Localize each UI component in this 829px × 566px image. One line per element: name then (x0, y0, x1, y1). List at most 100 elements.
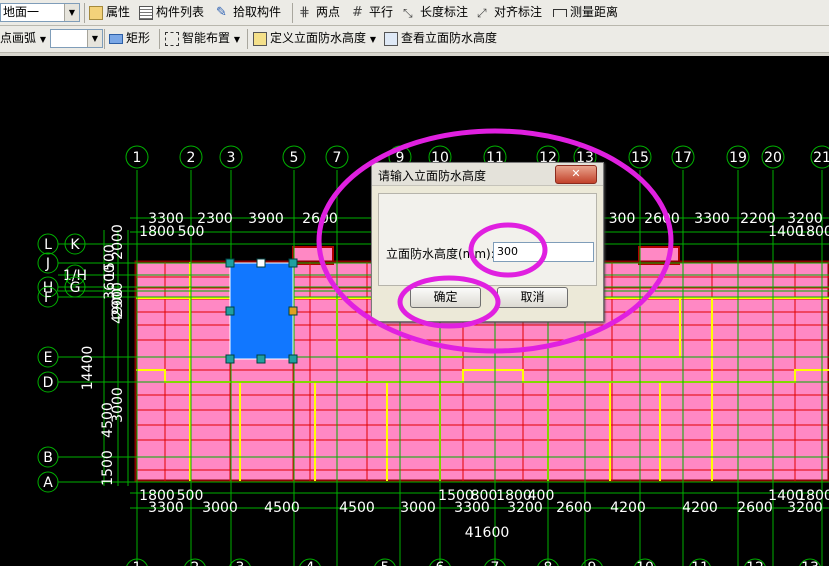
axis-number-top: 2 (187, 150, 196, 166)
axis-number-top: 3 (227, 150, 236, 166)
chevron-down-icon[interactable]: ▼ (87, 30, 102, 47)
dimension-left: 1500 (100, 450, 116, 486)
dimension-top: 3300 (694, 211, 730, 227)
chevron-down-icon: ▼ (233, 35, 240, 44)
two-point-icon: ⋕ (299, 4, 310, 20)
axis-letter-left: B (43, 450, 53, 466)
dialog-title: 请输入立面防水高度 (378, 169, 487, 183)
toolbar-separator (159, 29, 160, 49)
axis-number-bottom: 9 (588, 560, 597, 566)
dimension-top: 2600 (644, 211, 680, 227)
grip-handle[interactable] (256, 354, 266, 364)
define-height-icon (253, 31, 267, 46)
height-input[interactable]: 300 (493, 242, 594, 262)
axis-number-top: 1 (133, 150, 142, 166)
axis-number-bottom: 2 (191, 560, 200, 566)
axis-number-bottom: 5 (381, 560, 390, 566)
two-point-button[interactable]: ⋕ 两点 (299, 3, 340, 22)
chevron-down-icon: ▼ (39, 35, 46, 44)
toolbar-separator (104, 29, 105, 49)
axis-number-bottom: 13 (801, 560, 819, 566)
dialog-titlebar[interactable]: 请输入立面防水高度 ✕ (372, 163, 603, 186)
dimension-left: 3000 (110, 387, 126, 423)
axis-number-top: 20 (764, 150, 782, 166)
axis-letter-left: J (45, 256, 50, 272)
axis-number-top: 7 (333, 150, 342, 166)
parallel-button[interactable]: # 平行 (352, 3, 393, 22)
length-dimension-button[interactable]: ⤡ 长度标注 (403, 3, 468, 22)
dimension-top: 1800 (139, 224, 175, 240)
floor-combo[interactable]: 地面一 ▼ (0, 3, 80, 22)
axis-letter-left: D (43, 375, 54, 391)
align-dimension-button[interactable]: ⤢ 对齐标注 (477, 3, 542, 22)
axis-number-top: 15 (631, 150, 649, 166)
toolbar-separator (84, 3, 85, 23)
toolbar-draw: 点画弧 ▼ ▼ 矩形 智能布置 ▼ 定义立面防水高度 ▼ 查看立面防水高度 (0, 26, 829, 53)
axis-number-top: 17 (674, 150, 692, 166)
chevron-down-icon[interactable]: ▼ (64, 4, 79, 21)
dimension-total: 41600 (465, 525, 510, 541)
view-height-icon (384, 31, 398, 46)
axis-letter-left: E (44, 350, 53, 366)
dimension-bottom: 4200 (682, 500, 718, 516)
axis-letter-left: F (44, 290, 52, 306)
dimension-left: 14400 (80, 346, 96, 391)
properties-icon (89, 5, 103, 20)
axis-number-top: 19 (729, 150, 747, 166)
list-icon (139, 5, 153, 20)
dimension-top: 2600 (302, 211, 338, 227)
properties-button[interactable]: 属性 (89, 3, 130, 22)
axis-number-bottom: 3 (236, 560, 245, 566)
rectangle-button[interactable]: 矩形 (109, 29, 150, 48)
dimension-top: 1800 (797, 224, 829, 240)
height-input-dialog: 请输入立面防水高度 ✕ 立面防水高度(mm): 300 确定 取消 (371, 162, 604, 322)
grip-handle[interactable] (225, 258, 235, 268)
arc-options-combo[interactable]: ▼ (50, 29, 103, 48)
axis-letter-left: A (43, 475, 53, 491)
cancel-button[interactable]: 取消 (497, 287, 568, 308)
grip-handle[interactable] (288, 306, 298, 316)
component-list-button[interactable]: 构件列表 (139, 3, 204, 22)
define-height-button[interactable]: 定义立面防水高度 ▼ (253, 29, 376, 48)
pick-icon: ✎ (216, 4, 227, 20)
axis-number-bottom: 1 (133, 560, 142, 566)
arc-mode-button[interactable]: 点画弧 ▼ (0, 29, 46, 48)
dimension-left: 2900 (110, 282, 126, 318)
ok-button[interactable]: 确定 (410, 287, 481, 308)
grip-handle[interactable] (225, 306, 235, 316)
dimension-bottom: 4500 (339, 500, 375, 516)
toolbar-top: 地面一 ▼ 属性 构件列表 ✎ 拾取构件 ⋕ 两点 # 平行 ⤡ 长度标注 ⤢ 对齐标注 … (0, 0, 829, 26)
dimension-bottom: 3300 (454, 500, 490, 516)
dimension-bottom: 2600 (737, 500, 773, 516)
measure-icon (553, 8, 567, 17)
axis-number-bottom: 8 (544, 560, 553, 566)
dimension-top: 300 (609, 211, 636, 227)
axis-number-top: 5 (290, 150, 299, 166)
grip-handle[interactable] (288, 258, 298, 268)
smart-layout-button[interactable]: 智能布置 ▼ (165, 29, 240, 48)
align-dimension-icon: ⤢ (477, 5, 487, 20)
dimension-top: 500 (178, 224, 205, 240)
height-label: 立面防水高度(mm): (386, 247, 495, 261)
dimension-bottom: 2600 (556, 500, 592, 516)
smart-layout-icon (165, 31, 179, 46)
axis-letter-left: G (70, 280, 81, 296)
measure-distance-button[interactable]: 测量距离 (553, 3, 618, 22)
toolbar-separator (247, 29, 248, 49)
chevron-down-icon: ▼ (369, 35, 376, 44)
parallel-icon: # (352, 4, 363, 20)
close-icon: ✕ (571, 167, 581, 180)
dialog-panel (378, 193, 597, 286)
dimension-bottom: 3300 (148, 500, 184, 516)
close-button[interactable]: ✕ (555, 165, 597, 184)
dimension-bottom: 3200 (787, 500, 823, 516)
grip-handle[interactable] (288, 354, 298, 364)
dimension-bottom: 3000 (400, 500, 436, 516)
view-height-button[interactable]: 查看立面防水高度 (384, 29, 497, 48)
grip-handle[interactable] (256, 258, 266, 268)
selected-component[interactable] (229, 262, 294, 360)
dimension-bottom: 4500 (264, 500, 300, 516)
axis-number-bottom: 7 (491, 560, 500, 566)
grip-handle[interactable] (225, 354, 235, 364)
pick-component-button[interactable]: ✎ 拾取构件 (216, 3, 281, 22)
